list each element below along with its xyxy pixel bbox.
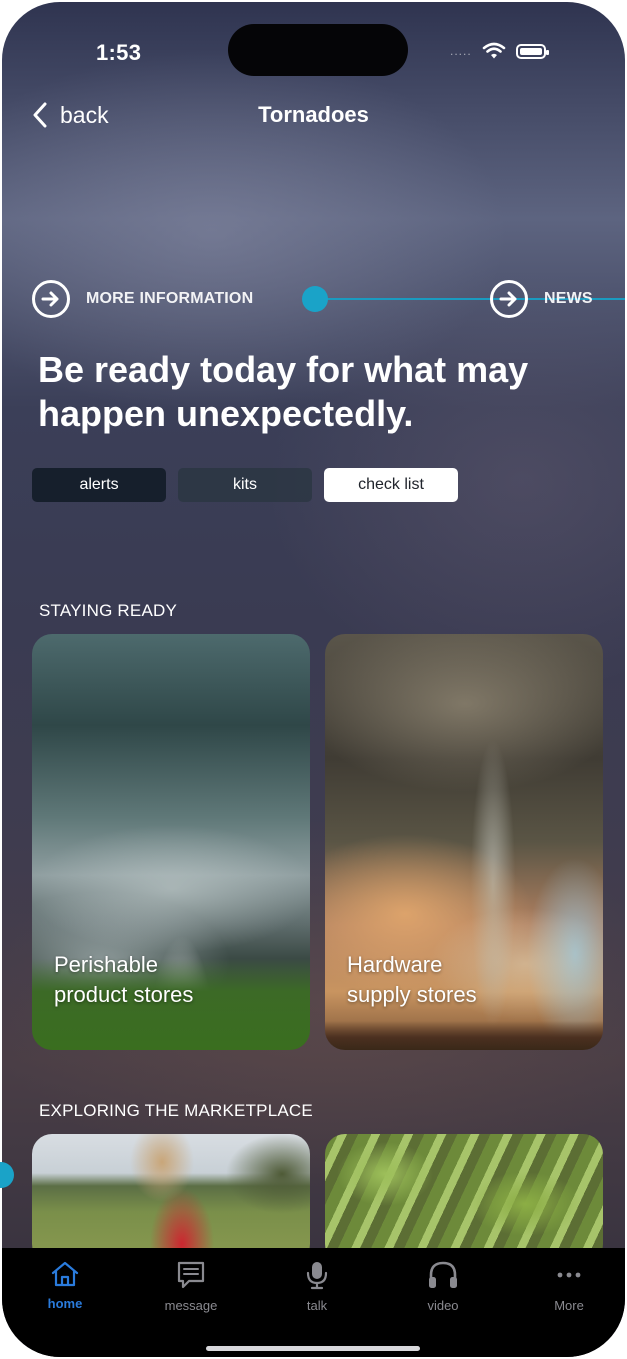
page-title: Tornadoes xyxy=(258,102,369,127)
tab-label: home xyxy=(47,1296,83,1311)
arrow-circle-icon xyxy=(32,280,70,318)
status-icons: ..... xyxy=(450,40,549,62)
card-hardware-stores[interactable]: Hardware supply stores xyxy=(325,634,603,1050)
marketplace-card-child[interactable] xyxy=(32,1134,310,1264)
chip-check-list[interactable]: check list xyxy=(324,468,458,502)
hotspot-dot[interactable] xyxy=(302,286,328,312)
arrow-circle-icon xyxy=(490,280,528,318)
message-icon xyxy=(177,1261,205,1289)
tab-bar: home message talk video More xyxy=(2,1248,625,1357)
card-perishable-stores[interactable]: Perishable product stores xyxy=(32,634,310,1050)
microphone-icon xyxy=(306,1262,328,1290)
card-label-line2: supply stores xyxy=(347,982,477,1007)
phone-screen: 1:53 ..... back Tornadoes MORE INFORMATI… xyxy=(2,2,625,1357)
news-link[interactable]: NEWS xyxy=(490,280,593,318)
news-label: NEWS xyxy=(544,290,593,307)
signal-dots-icon: ..... xyxy=(450,44,472,58)
wifi-icon xyxy=(482,42,505,59)
marketplace-card-crops[interactable] xyxy=(325,1134,603,1264)
chip-kits[interactable]: kits xyxy=(178,468,312,502)
tab-message[interactable]: message xyxy=(146,1260,236,1313)
card-label-line1: Hardware xyxy=(347,952,443,977)
filter-chips: alerts kits check list xyxy=(32,468,458,502)
headphones-icon xyxy=(429,1261,457,1288)
status-time: 1:53 xyxy=(96,40,142,65)
battery-icon xyxy=(515,43,549,59)
tab-more[interactable]: More xyxy=(524,1260,614,1313)
more-information-link[interactable]: MORE INFORMATION xyxy=(32,280,253,318)
home-indicator xyxy=(206,1346,420,1351)
dynamic-island xyxy=(228,24,408,76)
chip-alerts[interactable]: alerts xyxy=(32,468,166,502)
home-icon xyxy=(51,1261,79,1287)
tab-label: talk xyxy=(306,1298,328,1313)
tab-label: message xyxy=(164,1298,218,1313)
section-title-staying-ready: STAYING READY xyxy=(39,601,177,620)
tab-home[interactable]: home xyxy=(20,1260,110,1311)
card-label: Perishable product stores xyxy=(54,950,193,1010)
section-title-marketplace: EXPLORING THE MARKETPLACE xyxy=(39,1101,313,1120)
headline: Be ready today for what may happen unexp… xyxy=(38,349,529,434)
tab-talk[interactable]: talk xyxy=(272,1260,362,1313)
tab-label: video xyxy=(427,1298,459,1313)
more-dots-icon xyxy=(557,1272,581,1278)
card-label-line2: product stores xyxy=(54,982,194,1007)
tab-video[interactable]: video xyxy=(398,1260,488,1313)
card-label: Hardware supply stores xyxy=(347,950,477,1010)
tab-label: More xyxy=(554,1298,584,1313)
more-information-label: MORE INFORMATION xyxy=(86,290,254,307)
card-label-line1: Perishable xyxy=(54,952,158,977)
